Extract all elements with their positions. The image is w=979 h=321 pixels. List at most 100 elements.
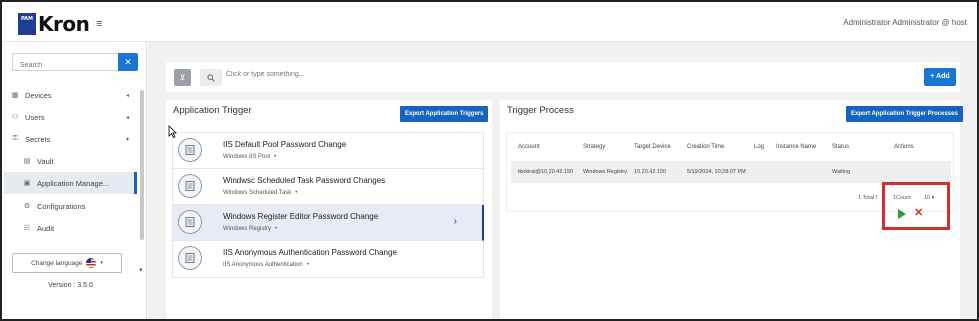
trigger-server-icon <box>178 246 202 270</box>
search-input[interactable] <box>226 71 526 78</box>
trigger-list: IIS Default Pool Password Change Windows… <box>172 132 484 278</box>
close-icon[interactable]: ✕ <box>914 206 923 220</box>
change-language-label: Change language <box>31 259 83 267</box>
trigger-name: IIS Anonymous Authentication Password Ch… <box>223 248 397 257</box>
sidebar-item-label: Configurations <box>37 201 86 211</box>
sidebar-item-devices[interactable]: ▦ Devices ◂ <box>4 85 137 105</box>
sidebar-item-label: Secrets <box>25 134 51 144</box>
column-header[interactable]: Instance Name <box>776 144 816 150</box>
column-header[interactable]: Account <box>518 144 540 150</box>
sidebar-item-audit[interactable]: ☷ Audit <box>4 218 137 238</box>
trigger-server-icon <box>178 174 202 198</box>
sidebar-scrollbar[interactable] <box>140 90 144 240</box>
add-button-label: Add <box>936 73 950 80</box>
export-application-triggers-button[interactable]: Export Application Triggers <box>400 106 489 122</box>
trigger-name: Windows Register Editor Password Change <box>223 212 379 221</box>
trigger-type: Windows Registry • <box>223 226 277 232</box>
column-header[interactable]: Strategy <box>583 144 605 150</box>
add-button[interactable]: + Add <box>924 68 956 86</box>
vault-icon: ▤ <box>23 158 31 165</box>
sidebar-item-configurations[interactable]: ⚙ Configurations <box>4 196 137 216</box>
cell-account: tknkiral@10.20.42.150 <box>518 169 574 175</box>
clear-search-button[interactable]: ✕ <box>118 53 138 71</box>
sidebar-search-input[interactable] <box>13 57 117 74</box>
trigger-name: IIS Default Pool Password Change <box>223 140 347 149</box>
sidebar-item-label: Vault <box>37 156 54 166</box>
close-icon: ✕ <box>124 57 132 67</box>
trigger-item-selected[interactable]: Windows Register Editor Password Change … <box>173 205 484 241</box>
sidebar-item-label: Audit <box>37 223 55 233</box>
cell-status: Waiting <box>832 169 851 175</box>
cell-target-device: 10.20.42.150 <box>634 169 667 175</box>
status-dot-icon: • <box>275 226 278 232</box>
sidebar-item-label: Users <box>25 112 45 122</box>
chevron-down-icon: ▾ <box>125 136 129 143</box>
sidebar-item-users[interactable]: ⚇ Users ◂ <box>4 107 137 127</box>
configurations-icon: ⚙ <box>23 203 31 210</box>
trigger-server-icon <box>178 138 202 162</box>
user-menu[interactable]: Administrator Administrator @ host <box>843 18 967 27</box>
search-icon <box>207 73 215 82</box>
app-frame: PAM Kron ≡ Administrator Administrator @… <box>0 0 979 321</box>
change-language-button[interactable]: Change language ▾ <box>12 253 122 273</box>
trigger-type: Windows Scheduled Task • <box>223 190 297 196</box>
column-header[interactable]: Creation Time <box>687 144 724 150</box>
search-button[interactable] <box>200 69 222 86</box>
column-header: Actions <box>894 144 914 150</box>
play-icon[interactable] <box>898 209 906 219</box>
trigger-type: IIS Anonymous Authentication • <box>223 262 309 268</box>
logo[interactable]: PAM Kron <box>18 12 90 36</box>
application-trigger-title: Application Trigger <box>173 105 252 116</box>
column-header[interactable]: Target Device <box>634 144 671 150</box>
trigger-item[interactable]: IIS Default Pool Password Change Windows… <box>173 133 484 169</box>
sidebar-item-label: Application Manage... <box>37 178 110 188</box>
column-header[interactable]: Log <box>754 144 764 150</box>
logo-text: Kron <box>38 12 90 36</box>
users-icon: ⚇ <box>11 114 19 121</box>
devices-icon: ▦ <box>11 92 19 99</box>
trigger-type-label: Windows IIS Pool <box>223 154 271 160</box>
trigger-item[interactable]: Windwsc Scheduled Task Password Changes … <box>173 169 484 205</box>
table-row[interactable]: tknkiral@10.20.42.150 Windows Registry 1… <box>511 161 951 183</box>
status-dot-icon: • <box>295 190 298 196</box>
chevron-left-icon: ◂ <box>125 92 129 99</box>
audit-icon: ☷ <box>23 225 31 232</box>
sidebar-search: ✕ <box>12 53 138 74</box>
cell-creation-time: 5/19/2024, 10:28:07 PM <box>687 169 746 175</box>
application-icon: ▣ <box>23 180 31 187</box>
cell-strategy: Windows Registry <box>583 169 628 175</box>
trigger-type-label: IIS Anonymous Authentication <box>223 262 303 268</box>
column-header[interactable]: Status <box>832 144 849 150</box>
sidebar-item-label: Devices <box>25 90 52 100</box>
trigger-type-label: Windows Scheduled Task <box>223 190 292 196</box>
chevron-down-icon: ▾ <box>100 260 103 266</box>
us-flag-icon <box>86 258 97 268</box>
trigger-process-title: Trigger Process <box>507 105 574 116</box>
scroll-down-icon[interactable]: ▾ <box>139 266 143 274</box>
toolbar: ⊻ + Add <box>166 62 960 92</box>
status-dot-icon: • <box>274 154 277 160</box>
sidebar: ✕ ▦ Devices ◂ ⚇ Users ◂ ⚿ Secrets ▾ ▤ Va… <box>4 42 147 319</box>
trigger-name: Windwsc Scheduled Task Password Changes <box>223 176 386 185</box>
chevron-right-icon[interactable]: › <box>454 216 457 227</box>
version-label: Version : 3.5.0 <box>48 282 93 289</box>
logo-badge: PAM <box>18 13 36 35</box>
trigger-item[interactable]: IIS Anonymous Authentication Password Ch… <box>173 241 484 277</box>
trigger-type-label: Windows Registry <box>223 226 272 232</box>
mouse-cursor-icon <box>168 125 177 138</box>
filter-icon: ⊻ <box>179 73 186 82</box>
application-trigger-panel: Application Trigger Export Application T… <box>166 100 492 319</box>
table-header: Account Strategy Target Device Creation … <box>507 133 953 159</box>
filter-button[interactable]: ⊻ <box>174 69 191 86</box>
chevron-left-icon: ◂ <box>125 114 129 121</box>
export-trigger-processes-button[interactable]: Export Application Trigger Processes <box>846 106 963 122</box>
sidebar-item-vault[interactable]: ▤ Vault <box>4 151 137 171</box>
hamburger-icon[interactable]: ≡ <box>96 18 102 30</box>
trigger-type: Windows IIS Pool • <box>223 154 276 160</box>
lock-icon: ⚿ <box>12 135 18 142</box>
sidebar-item-application-management[interactable]: ▣ Application Manage... <box>4 172 137 194</box>
main-content: ⊻ + Add Application Trigger Export Appli… <box>148 42 977 319</box>
pager-total: 1 Total f <box>858 195 878 201</box>
top-header: PAM Kron ≡ Administrator Administrator @… <box>4 4 977 42</box>
sidebar-item-secrets[interactable]: ⚿ Secrets ▾ <box>4 129 137 149</box>
